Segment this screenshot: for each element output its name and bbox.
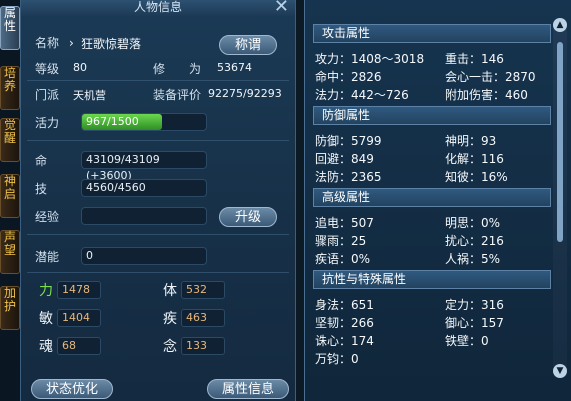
tab-label: 培养: [3, 66, 16, 93]
stat-magic-defense: 法防：2365: [315, 170, 382, 184]
stat-accuracy: 命中：2826: [315, 70, 382, 84]
stat-focus: 定力：316: [445, 298, 504, 312]
attribute-detail-panel: 攻击属性 攻力：1408～3018 重击：146 命中：2826 会心一击：28…: [304, 0, 571, 401]
potential-field: 0: [81, 247, 207, 265]
stat-defense: 防御：5799: [315, 134, 382, 148]
divider: [27, 272, 289, 273]
stat-heavy-force: 万钧：0: [315, 352, 359, 366]
scrollbar-thumb[interactable]: [557, 42, 563, 242]
title-button[interactable]: 称谓: [219, 35, 277, 55]
stat-attack: 攻力：1408～3018: [315, 52, 425, 66]
stat-heavy-hit: 重击：146: [445, 52, 504, 66]
speed-label: 疾: [163, 311, 177, 327]
stat-storm: 骤雨：25: [315, 234, 367, 248]
tab-label: 属性: [3, 6, 16, 33]
exp-field: [81, 207, 207, 225]
tab-attributes[interactable]: 属性: [0, 6, 20, 50]
equipment-rating-value: 92275/92293: [208, 87, 282, 100]
section-header-attack: 攻击属性: [313, 24, 551, 43]
attribute-info-button[interactable]: 属性信息: [207, 379, 289, 399]
stat-agility-move: 身法：651: [315, 298, 374, 312]
tab-label: 神启: [3, 174, 16, 201]
level-value: 80: [73, 61, 87, 74]
divider: [27, 140, 289, 141]
mind-label: 念: [163, 339, 177, 355]
tab-label: 觉醒: [3, 118, 16, 145]
section-header-defense: 防御属性: [313, 106, 551, 125]
sect-value: 天机营: [73, 89, 106, 102]
agility-value: 1404: [57, 309, 101, 327]
scrollbar[interactable]: ▲ ▼: [553, 18, 567, 378]
divider: [27, 80, 289, 81]
stat-evasion: 回避：849: [315, 152, 374, 166]
potential-label: 潜能: [35, 250, 60, 264]
constitution-value: 532: [181, 281, 225, 299]
tab-label: 加护: [3, 286, 16, 313]
tab-divine[interactable]: 神启: [0, 174, 20, 218]
vitality-label: 活力: [35, 116, 60, 130]
close-icon[interactable]: ✕: [274, 0, 289, 16]
stat-critical: 会心一击：2870: [445, 70, 536, 84]
agility-label: 敏: [39, 311, 53, 327]
stat-extra-damage: 附加伤害：460: [445, 88, 528, 102]
mp-field: 4560/4560: [81, 179, 207, 197]
section-header-advanced: 高级属性: [313, 188, 551, 207]
section-header-resistance: 抗性与特殊属性: [313, 270, 551, 289]
exp-label: 经验: [35, 210, 60, 224]
hp-label: 命: [35, 154, 48, 168]
tab-protection[interactable]: 加护: [0, 286, 20, 330]
scroll-up-icon[interactable]: ▲: [553, 18, 567, 32]
scroll-down-icon[interactable]: ▼: [553, 364, 567, 378]
stat-swift-cast: 疾语：0%: [315, 252, 371, 266]
stat-resolve: 化解：116: [445, 152, 504, 166]
stat-magic-power: 法力：442～726: [315, 88, 409, 102]
sect-label: 门派: [35, 88, 60, 102]
mp-label: 技: [35, 182, 48, 196]
stat-lightning: 追电：507: [315, 216, 374, 230]
vitality-bar: 967/1500: [81, 113, 207, 131]
chevron-right-icon: ›: [69, 36, 74, 50]
constitution-label: 体: [163, 283, 177, 299]
hp-field: 43109/43109 (+3600): [81, 151, 207, 182]
vitality-value: 967/1500: [86, 115, 139, 128]
strength-label: 力: [39, 283, 53, 299]
stat-toughness: 坚韧：266: [315, 316, 374, 330]
stat-clarity: 明思：0%: [445, 216, 501, 230]
soul-value: 68: [57, 337, 101, 355]
upgrade-button[interactable]: 升级: [219, 207, 277, 227]
tab-cultivate[interactable]: 培养: [0, 66, 20, 110]
stat-insight: 知彼：16%: [445, 170, 508, 184]
equipment-rating-label: 装备评价: [153, 88, 202, 102]
stat-divine: 神明：93: [445, 134, 497, 148]
speed-value: 463: [181, 309, 225, 327]
character-info-panel: 人物信息 ✕ 名称 › 狂歌惊碧落 称谓 等级 80 修 为 53674 门派 …: [20, 0, 296, 401]
tab-reputation[interactable]: 声望: [0, 230, 20, 274]
window-title-bar: 人物信息 ✕: [21, 0, 295, 16]
cultivation-label: 修 为: [153, 62, 202, 76]
name-label: 名称: [35, 36, 60, 50]
cultivation-value: 53674: [217, 61, 252, 74]
tab-label: 声望: [3, 230, 16, 257]
status-optimize-button[interactable]: 状态优化: [31, 379, 113, 399]
strength-value: 1478: [57, 281, 101, 299]
stat-mind-guard: 御心：157: [445, 316, 504, 330]
window-title: 人物信息: [133, 0, 182, 14]
character-name: 狂歌惊碧落: [81, 37, 142, 51]
tab-awaken[interactable]: 觉醒: [0, 118, 20, 162]
soul-label: 魂: [39, 339, 53, 355]
stat-heart-strike: 诛心：174: [315, 334, 374, 348]
stat-disrupt: 扰心：216: [445, 234, 504, 248]
vertical-tab-bar: 属性 培养 觉醒 神启 声望 加护: [0, 0, 20, 401]
level-label: 等级: [35, 62, 60, 76]
stat-iron-wall: 铁壁：0: [445, 334, 489, 348]
mind-value: 133: [181, 337, 225, 355]
divider: [27, 234, 289, 235]
stat-calamity: 人祸：5%: [445, 252, 501, 266]
